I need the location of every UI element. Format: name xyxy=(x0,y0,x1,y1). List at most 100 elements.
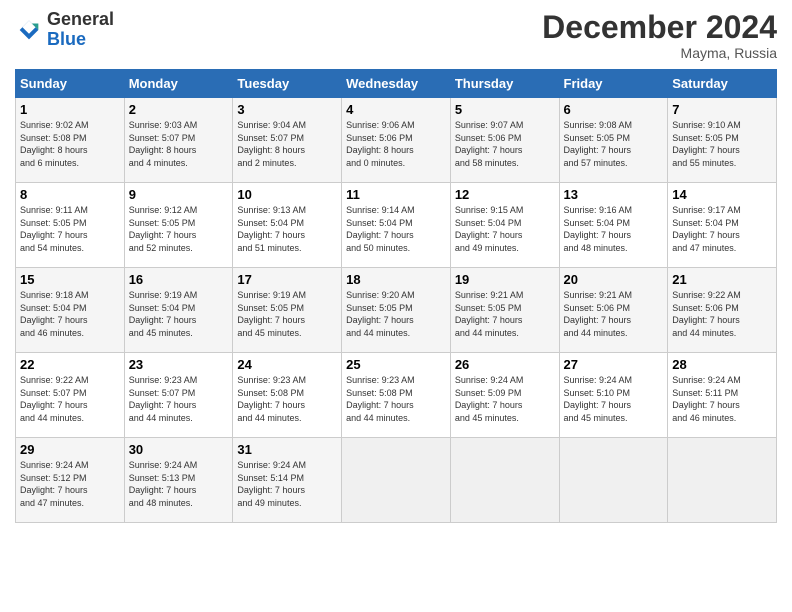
day-info: Sunrise: 9:19 AM Sunset: 5:04 PM Dayligh… xyxy=(129,289,229,339)
day-number: 13 xyxy=(564,187,664,202)
day-info: Sunrise: 9:03 AM Sunset: 5:07 PM Dayligh… xyxy=(129,119,229,169)
day-number: 16 xyxy=(129,272,229,287)
day-info: Sunrise: 9:14 AM Sunset: 5:04 PM Dayligh… xyxy=(346,204,446,254)
day-cell xyxy=(450,438,559,523)
header-day-thursday: Thursday xyxy=(450,70,559,98)
header-row: SundayMondayTuesdayWednesdayThursdayFrid… xyxy=(16,70,777,98)
day-number: 6 xyxy=(564,102,664,117)
day-number: 20 xyxy=(564,272,664,287)
page-container: General Blue December 2024 Mayma, Russia… xyxy=(0,0,792,533)
day-info: Sunrise: 9:02 AM Sunset: 5:08 PM Dayligh… xyxy=(20,119,120,169)
day-number: 17 xyxy=(237,272,337,287)
header-day-tuesday: Tuesday xyxy=(233,70,342,98)
day-info: Sunrise: 9:24 AM Sunset: 5:14 PM Dayligh… xyxy=(237,459,337,509)
day-cell xyxy=(668,438,777,523)
day-cell: 1Sunrise: 9:02 AM Sunset: 5:08 PM Daylig… xyxy=(16,98,125,183)
day-info: Sunrise: 9:24 AM Sunset: 5:12 PM Dayligh… xyxy=(20,459,120,509)
day-number: 8 xyxy=(20,187,120,202)
day-info: Sunrise: 9:10 AM Sunset: 5:05 PM Dayligh… xyxy=(672,119,772,169)
day-number: 31 xyxy=(237,442,337,457)
week-row-2: 8 Sunrise: 9:11 AM Sunset: 5:05 PM Daylig… xyxy=(16,183,777,268)
day-info: Sunrise: 9:23 AM Sunset: 5:07 PM Dayligh… xyxy=(129,374,229,424)
day-info: Sunrise: 9:13 AM Sunset: 5:04 PM Dayligh… xyxy=(237,204,337,254)
day-info: Sunrise: 9:07 AM Sunset: 5:06 PM Dayligh… xyxy=(455,119,555,169)
day-cell: 26Sunrise: 9:24 AM Sunset: 5:09 PM Dayli… xyxy=(450,353,559,438)
day-cell: 16 Sunrise: 9:19 AM Sunset: 5:04 PM Dayli… xyxy=(124,268,233,353)
month-title: December 2024 xyxy=(542,10,777,45)
logo-blue-text: Blue xyxy=(47,29,86,49)
day-number: 7 xyxy=(672,102,772,117)
day-number: 22 xyxy=(20,357,120,372)
day-number: 9 xyxy=(129,187,229,202)
day-info: Sunrise: 9:16 AM Sunset: 5:04 PM Dayligh… xyxy=(564,204,664,254)
day-cell xyxy=(559,438,668,523)
location-subtitle: Mayma, Russia xyxy=(542,45,777,61)
day-number: 18 xyxy=(346,272,446,287)
day-info: Sunrise: 9:23 AM Sunset: 5:08 PM Dayligh… xyxy=(346,374,446,424)
day-number: 27 xyxy=(564,357,664,372)
day-info: Sunrise: 9:21 AM Sunset: 5:06 PM Dayligh… xyxy=(564,289,664,339)
week-row-1: 1Sunrise: 9:02 AM Sunset: 5:08 PM Daylig… xyxy=(16,98,777,183)
day-info: Sunrise: 9:11 AM Sunset: 5:05 PM Dayligh… xyxy=(20,204,120,254)
day-cell: 31 Sunrise: 9:24 AM Sunset: 5:14 PM Dayli… xyxy=(233,438,342,523)
day-number: 4 xyxy=(346,102,446,117)
day-number: 12 xyxy=(455,187,555,202)
logo: General Blue xyxy=(15,10,114,50)
day-number: 21 xyxy=(672,272,772,287)
day-info: Sunrise: 9:20 AM Sunset: 5:05 PM Dayligh… xyxy=(346,289,446,339)
day-info: Sunrise: 9:15 AM Sunset: 5:04 PM Dayligh… xyxy=(455,204,555,254)
day-cell: 12 Sunrise: 9:15 AM Sunset: 5:04 PM Dayli… xyxy=(450,183,559,268)
day-number: 23 xyxy=(129,357,229,372)
day-cell: 13 Sunrise: 9:16 AM Sunset: 5:04 PM Dayli… xyxy=(559,183,668,268)
day-number: 3 xyxy=(237,102,337,117)
day-cell: 11Sunrise: 9:14 AM Sunset: 5:04 PM Dayli… xyxy=(342,183,451,268)
day-info: Sunrise: 9:08 AM Sunset: 5:05 PM Dayligh… xyxy=(564,119,664,169)
day-number: 29 xyxy=(20,442,120,457)
day-info: Sunrise: 9:22 AM Sunset: 5:06 PM Dayligh… xyxy=(672,289,772,339)
header-day-monday: Monday xyxy=(124,70,233,98)
day-cell: 29 Sunrise: 9:24 AM Sunset: 5:12 PM Dayli… xyxy=(16,438,125,523)
day-cell: 2 Sunrise: 9:03 AM Sunset: 5:07 PM Daylig… xyxy=(124,98,233,183)
calendar-table: SundayMondayTuesdayWednesdayThursdayFrid… xyxy=(15,69,777,523)
header-day-sunday: Sunday xyxy=(16,70,125,98)
header: General Blue December 2024 Mayma, Russia xyxy=(15,10,777,61)
day-cell: 18 Sunrise: 9:20 AM Sunset: 5:05 PM Dayli… xyxy=(342,268,451,353)
day-info: Sunrise: 9:24 AM Sunset: 5:13 PM Dayligh… xyxy=(129,459,229,509)
week-row-3: 15Sunrise: 9:18 AM Sunset: 5:04 PM Dayli… xyxy=(16,268,777,353)
calendar-body: 1Sunrise: 9:02 AM Sunset: 5:08 PM Daylig… xyxy=(16,98,777,523)
day-cell: 20 Sunrise: 9:21 AM Sunset: 5:06 PM Dayli… xyxy=(559,268,668,353)
day-number: 24 xyxy=(237,357,337,372)
day-cell: 10 Sunrise: 9:13 AM Sunset: 5:04 PM Dayli… xyxy=(233,183,342,268)
day-cell: 8 Sunrise: 9:11 AM Sunset: 5:05 PM Daylig… xyxy=(16,183,125,268)
logo-general-text: General xyxy=(47,9,114,29)
day-cell: 5Sunrise: 9:07 AM Sunset: 5:06 PM Daylig… xyxy=(450,98,559,183)
day-info: Sunrise: 9:24 AM Sunset: 5:09 PM Dayligh… xyxy=(455,374,555,424)
week-row-4: 22Sunrise: 9:22 AM Sunset: 5:07 PM Dayli… xyxy=(16,353,777,438)
day-cell: 15Sunrise: 9:18 AM Sunset: 5:04 PM Dayli… xyxy=(16,268,125,353)
day-info: Sunrise: 9:12 AM Sunset: 5:05 PM Dayligh… xyxy=(129,204,229,254)
day-cell: 7 Sunrise: 9:10 AM Sunset: 5:05 PM Daylig… xyxy=(668,98,777,183)
header-day-friday: Friday xyxy=(559,70,668,98)
day-number: 25 xyxy=(346,357,446,372)
day-cell xyxy=(342,438,451,523)
day-cell: 9 Sunrise: 9:12 AM Sunset: 5:05 PM Daylig… xyxy=(124,183,233,268)
day-number: 14 xyxy=(672,187,772,202)
day-info: Sunrise: 9:19 AM Sunset: 5:05 PM Dayligh… xyxy=(237,289,337,339)
day-number: 2 xyxy=(129,102,229,117)
day-info: Sunrise: 9:06 AM Sunset: 5:06 PM Dayligh… xyxy=(346,119,446,169)
logo-icon xyxy=(15,16,43,44)
title-section: December 2024 Mayma, Russia xyxy=(542,10,777,61)
day-number: 10 xyxy=(237,187,337,202)
day-info: Sunrise: 9:24 AM Sunset: 5:11 PM Dayligh… xyxy=(672,374,772,424)
day-number: 15 xyxy=(20,272,120,287)
week-row-5: 29 Sunrise: 9:24 AM Sunset: 5:12 PM Dayli… xyxy=(16,438,777,523)
day-cell: 22Sunrise: 9:22 AM Sunset: 5:07 PM Dayli… xyxy=(16,353,125,438)
day-cell: 25 Sunrise: 9:23 AM Sunset: 5:08 PM Dayli… xyxy=(342,353,451,438)
day-number: 30 xyxy=(129,442,229,457)
day-cell: 28Sunrise: 9:24 AM Sunset: 5:11 PM Dayli… xyxy=(668,353,777,438)
header-day-wednesday: Wednesday xyxy=(342,70,451,98)
day-info: Sunrise: 9:21 AM Sunset: 5:05 PM Dayligh… xyxy=(455,289,555,339)
day-info: Sunrise: 9:04 AM Sunset: 5:07 PM Dayligh… xyxy=(237,119,337,169)
day-info: Sunrise: 9:24 AM Sunset: 5:10 PM Dayligh… xyxy=(564,374,664,424)
header-day-saturday: Saturday xyxy=(668,70,777,98)
